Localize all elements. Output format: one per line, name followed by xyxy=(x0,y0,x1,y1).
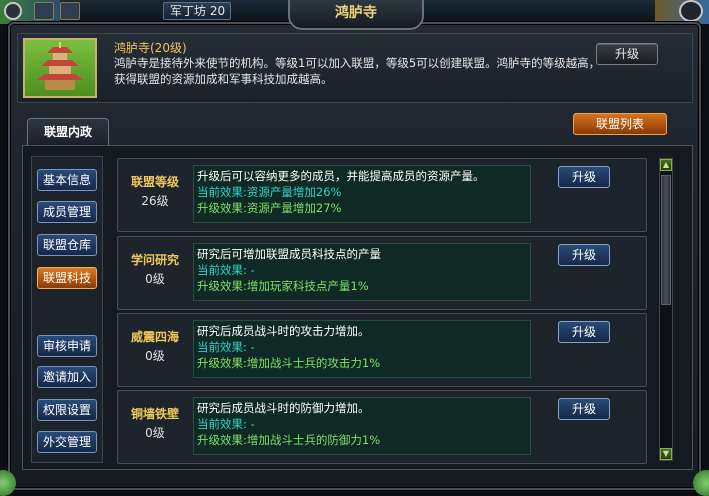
pagoda-icon xyxy=(37,42,83,90)
tech-description: 升级后可以容纳更多的成员，并能提高成员的资源产量。 xyxy=(197,169,485,183)
current-effect-label: 当前效果: xyxy=(197,417,247,431)
close-icon[interactable] xyxy=(679,0,703,22)
tech-level: 0级 xyxy=(145,349,165,363)
tech-name: 铜墙铁壁 xyxy=(130,407,179,421)
flag-icon[interactable] xyxy=(34,2,54,20)
tech-upgrade-button[interactable]: 升级 xyxy=(558,166,610,188)
building-image xyxy=(23,38,97,98)
alliance-list-button[interactable]: 联盟列表 xyxy=(573,113,667,135)
tech-row: 联盟等级 26级 升级后可以容纳更多的成员，并能提高成员的资源产量。 当前效果:… xyxy=(117,158,647,232)
current-effect-value: - xyxy=(246,340,255,354)
sidebar-item-diplomacy[interactable]: 外交管理 xyxy=(37,431,97,453)
tech-effects-box: 研究后可增加联盟成员科技点的产量 当前效果: - 升级效果:增加玩家科技点产量1… xyxy=(193,243,531,301)
scroll-thumb[interactable] xyxy=(661,175,671,305)
current-effect-value: - xyxy=(246,263,255,277)
sidebar: 基本信息 成员管理 联盟仓库 联盟科技 审核申请 邀请加入 权限设置 外交管理 xyxy=(31,156,103,463)
sidebar-item-alliance-warehouse[interactable]: 联盟仓库 xyxy=(37,234,97,256)
next-effect-label: 升级效果: xyxy=(197,201,247,215)
building-info-panel: 鸿胪寺(20级) 鸿胪寺是接待外来使节的机构。等级1可以加入联盟，等级5可以创建… xyxy=(17,33,693,103)
tech-effects-box: 研究后成员战斗时的防御力增加。 当前效果: - 升级效果:增加战斗士兵的防御力1… xyxy=(193,397,531,455)
next-effect-value: 资源产量增加27% xyxy=(246,201,342,215)
tech-effects-box: 升级后可以容纳更多的成员，并能提高成员的资源产量。 当前效果:资源产量增加26%… xyxy=(193,165,531,223)
tech-name: 联盟等级 xyxy=(130,175,179,189)
next-effect-value: 增加战斗士兵的攻击力1% xyxy=(246,356,381,370)
tech-name: 威震四海 xyxy=(130,330,179,344)
next-effect-value: 增加战斗士兵的防御力1% xyxy=(246,433,381,447)
sidebar-item-member-management[interactable]: 成员管理 xyxy=(37,201,97,223)
tech-level: 26级 xyxy=(141,194,169,208)
sidebar-item-alliance-tech[interactable]: 联盟科技 xyxy=(37,267,97,289)
tech-effects-box: 研究后成员战斗时的攻击力增加。 当前效果: - 升级效果:增加战斗士兵的攻击力1… xyxy=(193,320,531,378)
sidebar-item-review-applications[interactable]: 审核申请 xyxy=(37,335,97,357)
tech-description: 研究后成员战斗时的防御力增加。 xyxy=(197,401,370,415)
tech-level: 0级 xyxy=(145,272,165,286)
tech-row: 铜墙铁壁 0级 研究后成员战斗时的防御力增加。 当前效果: - 升级效果:增加战… xyxy=(117,390,647,464)
current-effect-label: 当前效果: xyxy=(197,340,247,354)
sword-icon[interactable] xyxy=(60,2,80,20)
tech-row: 威震四海 0级 研究后成员战斗时的攻击力增加。 当前效果: - 升级效果:增加战… xyxy=(117,313,647,387)
next-effect-label: 升级效果: xyxy=(197,279,247,293)
tech-upgrade-button[interactable]: 升级 xyxy=(558,398,610,420)
right-orb-icon xyxy=(693,470,709,496)
tech-description: 研究后可增加联盟成员科技点的产量 xyxy=(197,247,381,261)
current-effect-value: - xyxy=(246,417,255,431)
scroll-up-icon[interactable]: ▲ xyxy=(660,159,672,171)
alliance-content-panel: 基本信息 成员管理 联盟仓库 联盟科技 审核申请 邀请加入 权限设置 外交管理 … xyxy=(22,145,693,470)
building-level-tag: 军丁坊 20 xyxy=(163,2,231,20)
tech-level: 0级 xyxy=(145,426,165,440)
tab-alliance-affairs[interactable]: 联盟内政 xyxy=(27,118,109,146)
scrollbar[interactable]: ▲ ▼ xyxy=(659,158,673,461)
current-effect-value: 资源产量增加26% xyxy=(246,185,342,199)
next-effect-value: 增加玩家科技点产量1% xyxy=(246,279,369,293)
scroll-down-icon[interactable]: ▼ xyxy=(660,448,672,460)
building-upgrade-button[interactable]: 升级 xyxy=(596,43,658,65)
tech-description: 研究后成员战斗时的攻击力增加。 xyxy=(197,324,370,338)
window-title: 鸿胪寺 xyxy=(288,0,424,30)
menu-orb-icon[interactable] xyxy=(4,2,22,20)
current-effect-label: 当前效果: xyxy=(197,263,247,277)
sidebar-item-permissions[interactable]: 权限设置 xyxy=(37,399,97,421)
tech-upgrade-button[interactable]: 升级 xyxy=(558,321,610,343)
current-effect-label: 当前效果: xyxy=(197,185,247,199)
sidebar-item-basic-info[interactable]: 基本信息 xyxy=(37,169,97,191)
next-effect-label: 升级效果: xyxy=(197,356,247,370)
tech-name: 学问研究 xyxy=(130,253,179,267)
tech-row: 学问研究 0级 研究后可增加联盟成员科技点的产量 当前效果: - 升级效果:增加… xyxy=(117,236,647,310)
building-description: 鸿胪寺是接待外来使节的机构。等级1可以加入联盟，等级5可以创建联盟。鸿胪寺的等级… xyxy=(114,56,601,86)
sidebar-item-invite[interactable]: 邀请加入 xyxy=(37,366,97,388)
next-effect-label: 升级效果: xyxy=(197,433,247,447)
building-name: 鸿胪寺(20级) xyxy=(114,41,187,55)
tech-upgrade-button[interactable]: 升级 xyxy=(558,244,610,266)
